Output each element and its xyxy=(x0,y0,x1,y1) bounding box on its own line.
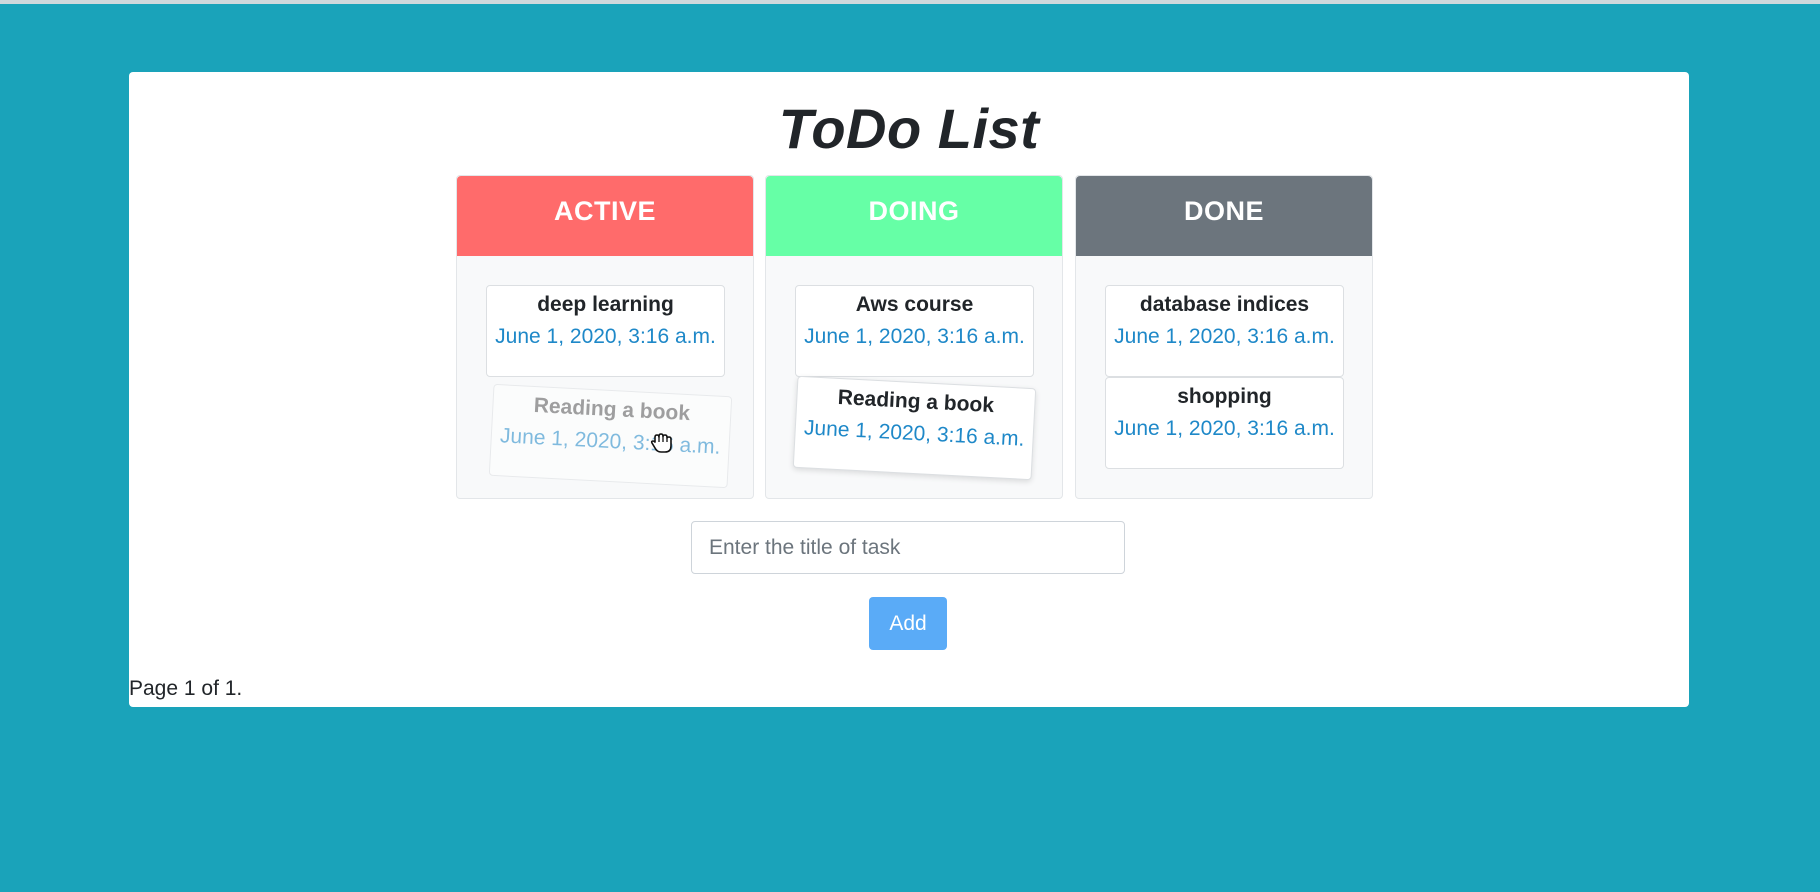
task-title: Reading a book xyxy=(837,385,995,418)
task-card-drag-placeholder[interactable]: Reading a book June 1, 2020, 3:16 a.m. xyxy=(488,383,733,489)
task-card-dragging[interactable]: Reading a book June 1, 2020, 3:16 a.m. xyxy=(792,375,1037,481)
column-done[interactable]: DONE database indices June 1, 2020, 3:16… xyxy=(1075,175,1373,499)
page-title: ToDo List xyxy=(778,97,1040,160)
task-date: June 1, 2020, 3:16 a.m. xyxy=(499,424,721,459)
todo-card: ToDo List ACTIVE deep learning June 1, 2… xyxy=(129,72,1689,707)
pagination-text: Page 1 of 1. xyxy=(129,677,243,700)
task-title: database indices xyxy=(1139,293,1310,316)
task-date: June 1, 2020, 3:16 a.m. xyxy=(1114,325,1335,348)
column-header-doing: DOING xyxy=(766,176,1062,256)
task-card[interactable]: Aws course June 1, 2020, 3:16 a.m. xyxy=(795,285,1034,377)
column-header-done: DONE xyxy=(1076,176,1372,256)
task-title: shopping xyxy=(1177,385,1272,408)
task-title: deep learning xyxy=(537,293,674,316)
column-active[interactable]: ACTIVE deep learning June 1, 2020, 3:16 … xyxy=(456,175,754,499)
task-date: June 1, 2020, 3:16 a.m. xyxy=(803,416,1025,451)
task-title: Aws course xyxy=(855,293,974,316)
add-task-button[interactable]: Add xyxy=(869,597,947,650)
task-date: June 1, 2020, 3:16 a.m. xyxy=(495,325,716,348)
task-card[interactable]: shopping June 1, 2020, 3:16 a.m. xyxy=(1105,377,1344,469)
task-date: June 1, 2020, 3:16 a.m. xyxy=(804,325,1025,348)
task-card[interactable]: database indices June 1, 2020, 3:16 a.m. xyxy=(1105,285,1344,377)
grab-hand-icon xyxy=(650,433,672,453)
task-title: Reading a book xyxy=(533,393,691,426)
task-title-input[interactable] xyxy=(691,521,1125,574)
column-header-active: ACTIVE xyxy=(457,176,753,256)
task-card[interactable]: deep learning June 1, 2020, 3:16 a.m. xyxy=(486,285,725,377)
column-doing[interactable]: DOING Aws course June 1, 2020, 3:16 a.m.… xyxy=(765,175,1063,499)
task-date: June 1, 2020, 3:16 a.m. xyxy=(1114,417,1335,440)
window-top-border xyxy=(0,0,1820,4)
